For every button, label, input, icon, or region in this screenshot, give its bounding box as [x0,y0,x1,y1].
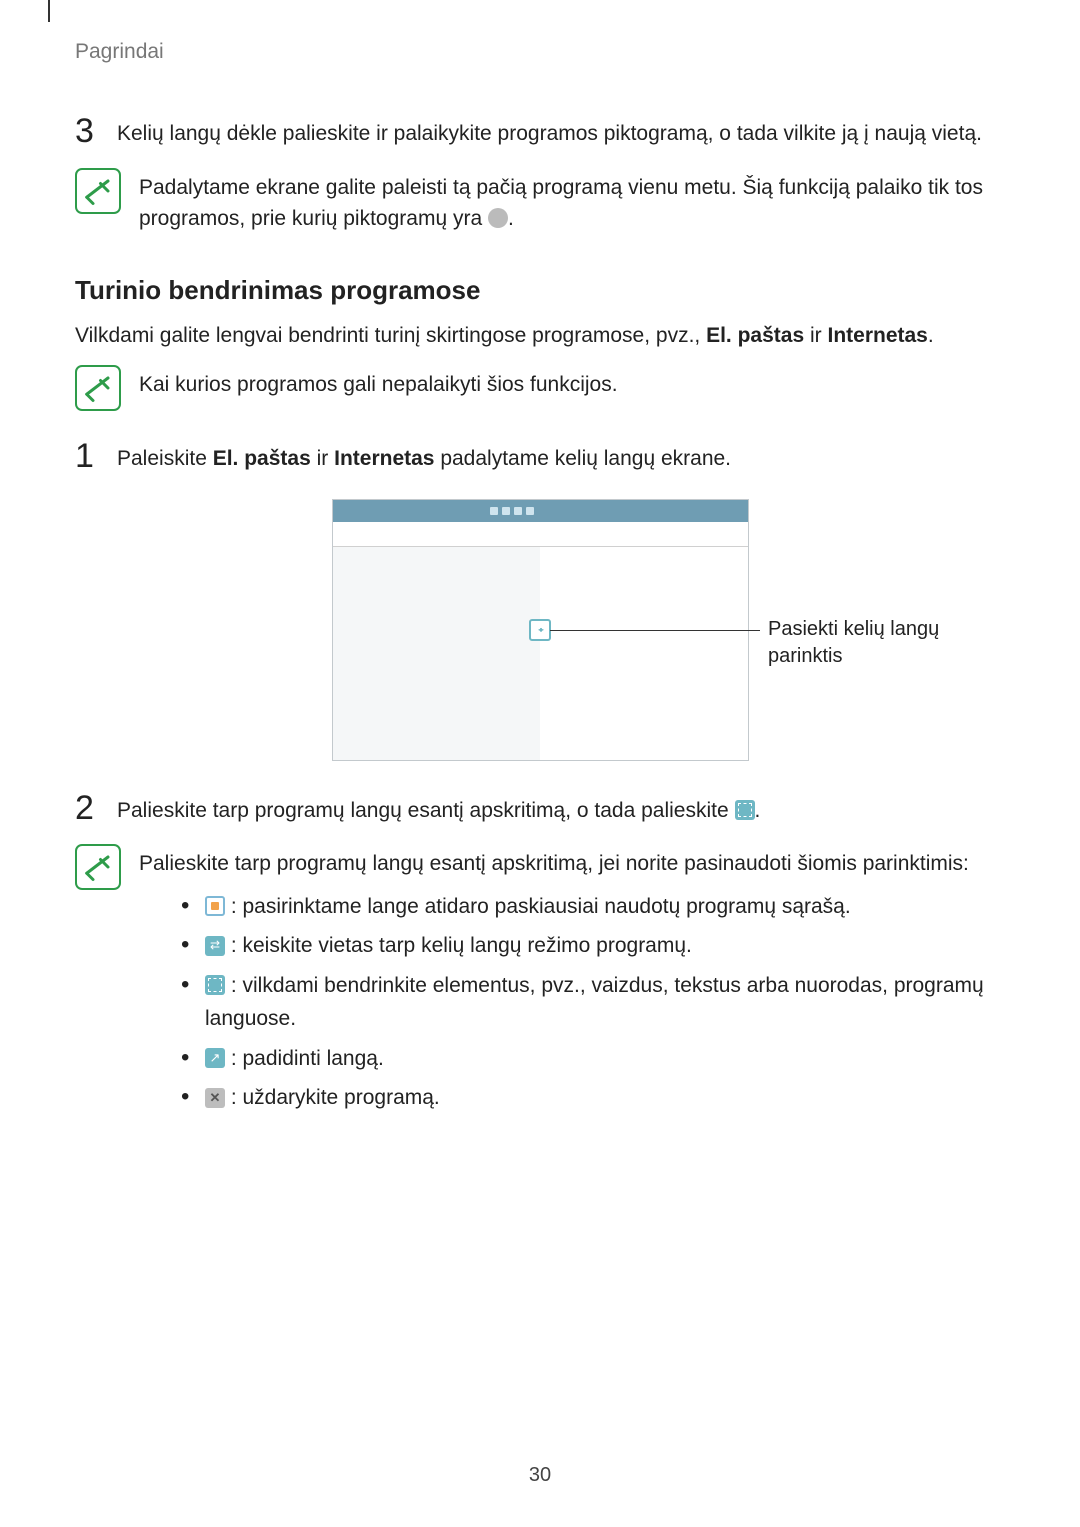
multi-window-handle-icon [529,619,551,641]
note3-text: Palieskite tarp programų langų esantį ap… [139,852,969,875]
s1-mid: ir [311,447,334,470]
figure-callout: Pasiekti kelių langų parinktis [768,616,978,670]
step-text: Kelių langų dėkle palieskite ir palaikyk… [117,114,1005,150]
s1-prefix: Paleiskite [117,447,213,470]
s1-b1: El. paštas [213,447,311,470]
header-rule [48,0,50,22]
drag-share-icon [735,800,755,820]
drag-share-icon [205,975,225,995]
s2-prefix: Palieskite tarp programų langų esantį ap… [117,799,735,822]
li3: : vilkdami bendrinkite elementus, pvz., … [205,974,984,1031]
li4: : padidinti langą. [225,1047,384,1070]
note-icon [75,844,121,890]
note-options: Palieskite tarp programų langų esantį ap… [75,844,1005,1121]
note-same-app: Padalytame ekrane galite paleisti tą pač… [75,168,1005,235]
note-icon [75,365,121,411]
intro-mid: ir [804,324,827,347]
maximize-icon [205,1048,225,1068]
page-number: 30 [0,1464,1080,1487]
intro-paragraph: Vilkdami galite lengvai bendrinti turinį… [75,320,1005,352]
intro-bold-1: El. paštas [706,324,804,347]
section-heading: Turinio bendrinimas programose [75,275,1005,306]
list-item: : uždarykite programą. [181,1081,1005,1115]
list-item: : vilkdami bendrinkite elementus, pvz., … [181,969,1005,1036]
step-number: 3 [75,114,99,148]
note-prefix: Padalytame ekrane galite paleisti tą pač… [139,176,983,231]
multi-instance-icon [488,208,508,228]
s1-b2: Internetas [334,447,434,470]
intro-prefix: Vilkdami galite lengvai bendrinti turinį… [75,324,706,347]
li1: : pasirinktame lange atidaro paskiausiai… [225,895,851,918]
recent-apps-icon [205,896,225,916]
swap-windows-icon [205,936,225,956]
note-text: Palieskite tarp programų langų esantį ap… [139,844,1005,1121]
s1-suffix: padalytame kelių langų ekrane. [434,447,731,470]
step-text: Palieskite tarp programų langų esantį ap… [117,791,1005,827]
step-text: Paleiskite El. paštas ir Internetas pada… [117,439,1005,475]
note-unsupported: Kai kurios programos gali nepalaikyti ši… [75,365,1005,411]
options-list: : pasirinktame lange atidaro paskiausiai… [139,890,1005,1116]
li5: : uždarykite programą. [225,1086,440,1109]
step-number: 1 [75,439,99,473]
s2-suffix: . [755,799,761,822]
step-2: 2 Palieskite tarp programų langų esantį … [75,791,1005,827]
breadcrumb: Pagrindai [75,40,1005,64]
note-text: Kai kurios programos gali nepalaikyti ši… [139,365,1005,401]
list-item: : padidinti langą. [181,1042,1005,1076]
intro-bold-2: Internetas [827,324,927,347]
step-1: 1 Paleiskite El. paštas ir Internetas pa… [75,439,1005,475]
step-number: 2 [75,791,99,825]
list-item: : keiskite vietas tarp kelių langų režim… [181,929,1005,963]
note-text: Padalytame ekrane galite paleisti tą pač… [139,168,1005,235]
step-3: 3 Kelių langų dėkle palieskite ir palaik… [75,114,1005,150]
intro-suffix: . [928,324,934,347]
note-suffix: . [508,207,514,230]
note-icon [75,168,121,214]
figure: Pasiekti kelių langų parinktis [75,499,1005,761]
callout-line [550,630,760,631]
close-icon [205,1088,225,1108]
li2: : keiskite vietas tarp kelių langų režim… [225,934,692,957]
list-item: : pasirinktame lange atidaro paskiausiai… [181,890,1005,924]
